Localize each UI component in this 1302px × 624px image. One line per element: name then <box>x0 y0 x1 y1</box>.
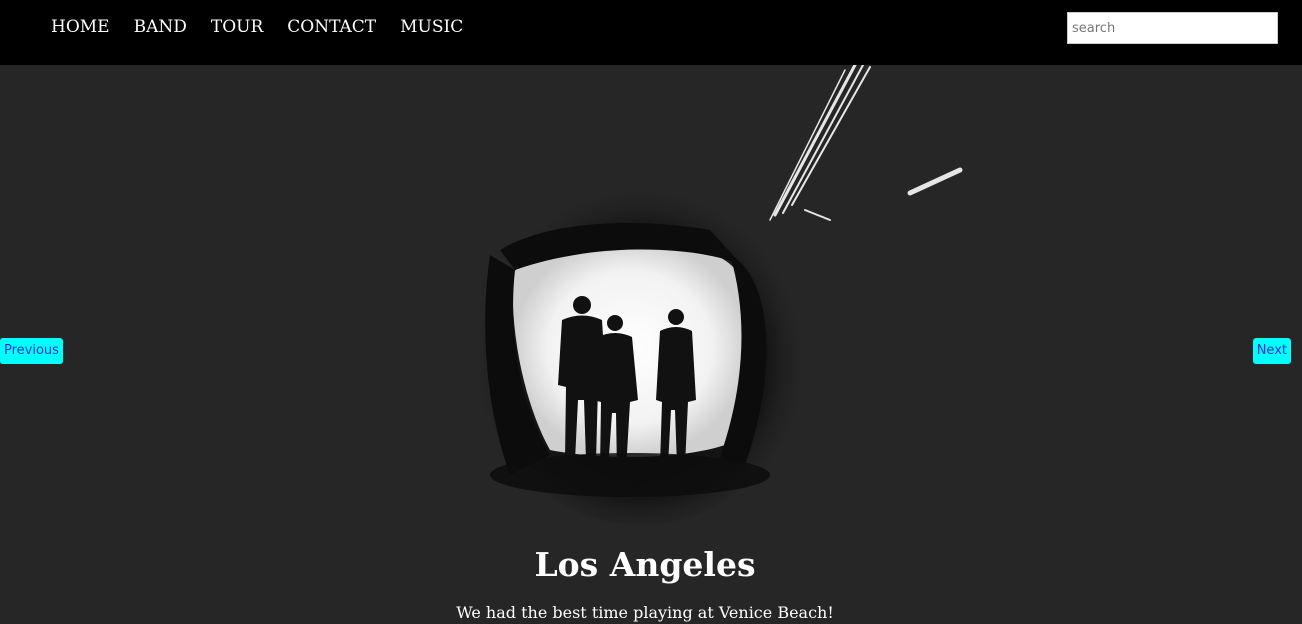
nav-item-music[interactable]: MUSIC <box>388 16 475 38</box>
top-navbar: HOME BAND TOUR CONTACT MUSIC <box>0 0 1302 65</box>
slideshow: Previous Next <box>0 65 1302 617</box>
nav-item-band[interactable]: BAND <box>122 16 199 38</box>
next-button[interactable]: Next <box>1252 338 1291 364</box>
band-photo-image <box>480 65 963 525</box>
nav-item-home[interactable]: HOME <box>39 16 122 38</box>
search-input[interactable] <box>1067 12 1278 44</box>
nav-item-tour[interactable]: TOUR <box>199 16 275 38</box>
nav-links: HOME BAND TOUR CONTACT MUSIC <box>39 16 475 38</box>
previous-button[interactable]: Previous <box>0 338 63 364</box>
slide-caption: We had the best time playing at Venice B… <box>456 603 834 622</box>
nav-item-contact[interactable]: CONTACT <box>275 16 388 38</box>
slide-title: Los Angeles <box>534 545 756 584</box>
